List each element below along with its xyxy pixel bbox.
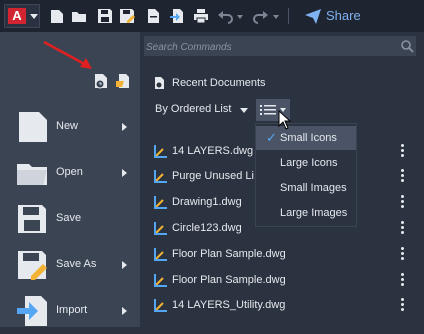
dwg-file-icon [153,246,169,262]
dwg-file-icon [153,297,169,313]
menu-option-small-images[interactable]: Small Images [256,176,356,200]
menu-option-large-images[interactable]: Large Images [256,201,356,225]
more-options-icon[interactable] [400,221,406,237]
undo-icon[interactable] [216,7,234,25]
redo-dropdown-icon[interactable] [272,7,280,25]
dwg-file-icon [153,168,169,184]
save-icon[interactable] [96,7,114,25]
file-name: Circle123.dwg [172,222,242,234]
search-box[interactable] [144,36,416,58]
menu-option-small-icons[interactable]: ✓ Small Icons [256,126,356,150]
file-name: 14 LAYERS.dwg [172,145,254,157]
new-icon [15,110,49,144]
open-icon[interactable] [70,7,88,25]
chevron-right-icon [122,169,127,177]
print-icon[interactable] [192,7,210,25]
open-icon [15,156,49,190]
recent-file-row[interactable]: Floor Plan Sample.dwg [140,243,424,267]
list-view-icon [260,105,276,115]
file-name: Drawing1.dwg [172,196,242,208]
menu-item-label: New [56,120,79,132]
menu-item-label: Import [56,304,88,316]
save-as-icon[interactable] [118,7,136,25]
import-icon [15,294,49,328]
recent-documents-title: Recent Documents [172,77,266,89]
dwg-file-icon [153,143,169,159]
mouse-cursor-icon [278,110,292,130]
save-icon [15,202,49,236]
quick-access-toolbar: A Share [0,0,424,32]
menu-option-label: Large Icons [280,157,338,169]
menu-item-save-as[interactable]: Save As [0,244,140,288]
chevron-right-icon [122,307,127,315]
chevron-right-icon [122,261,127,269]
toolbar-separator [286,7,292,25]
menu-item-label: Save [56,212,82,224]
menu-item-label: Open [56,166,83,178]
recent-documents-icon[interactable] [92,72,110,90]
red-annotation-arrow [43,40,92,69]
menu-option-label: Small Icons [280,132,337,144]
file-name: Floor Plan Sample.dwg [172,274,286,286]
menu-item-open[interactable]: Open [0,152,140,196]
document-icon[interactable] [144,7,162,25]
dwg-file-icon [153,220,169,236]
menu-option-label: Small Images [280,182,347,194]
more-options-icon[interactable] [400,273,406,289]
order-dropdown[interactable]: By Ordered List [155,103,231,117]
application-menu-button[interactable]: A [4,4,40,28]
menu-item-label: Save As [56,258,97,270]
chevron-down-icon[interactable] [240,108,248,113]
file-name: Purge Unused Li [172,170,254,182]
save-as-icon [15,248,49,282]
new-icon[interactable] [48,7,66,25]
recent-file-row[interactable]: 14 LAYERS_Utility.dwg [140,294,424,318]
dwg-file-icon [153,272,169,288]
more-options-icon[interactable] [400,144,406,160]
import-icon[interactable] [168,7,186,25]
menu-item-save[interactable]: Save [0,198,140,242]
more-options-icon[interactable] [400,247,406,263]
chevron-down-icon [30,14,38,19]
search-input[interactable] [144,36,398,58]
share-icon[interactable] [304,7,322,25]
share-label[interactable]: Share [326,8,361,23]
more-options-icon[interactable] [400,195,406,211]
more-options-icon[interactable] [400,169,406,185]
undo-dropdown-icon[interactable] [236,7,244,25]
recent-documents-icon [153,76,167,90]
more-options-icon[interactable] [400,298,406,314]
open-documents-icon[interactable] [114,72,132,90]
checkmark-icon: ✓ [266,130,277,145]
chevron-right-icon [122,123,127,131]
view-options-menu: ✓ Small Icons Large Icons Small Images L… [256,124,356,226]
file-name: Floor Plan Sample.dwg [172,248,286,260]
menu-option-large-icons[interactable]: Large Icons [256,151,356,175]
menu-item-import[interactable]: Import [0,290,140,334]
menu-option-label: Large Images [280,207,348,219]
autocad-logo-icon: A [8,8,26,24]
file-name: 14 LAYERS_Utility.dwg [172,299,286,311]
search-icon[interactable] [400,39,414,53]
redo-icon[interactable] [252,7,270,25]
recent-file-row[interactable]: Floor Plan Sample.dwg [140,269,424,293]
dwg-file-icon [153,194,169,210]
menu-item-new[interactable]: New [0,106,140,150]
